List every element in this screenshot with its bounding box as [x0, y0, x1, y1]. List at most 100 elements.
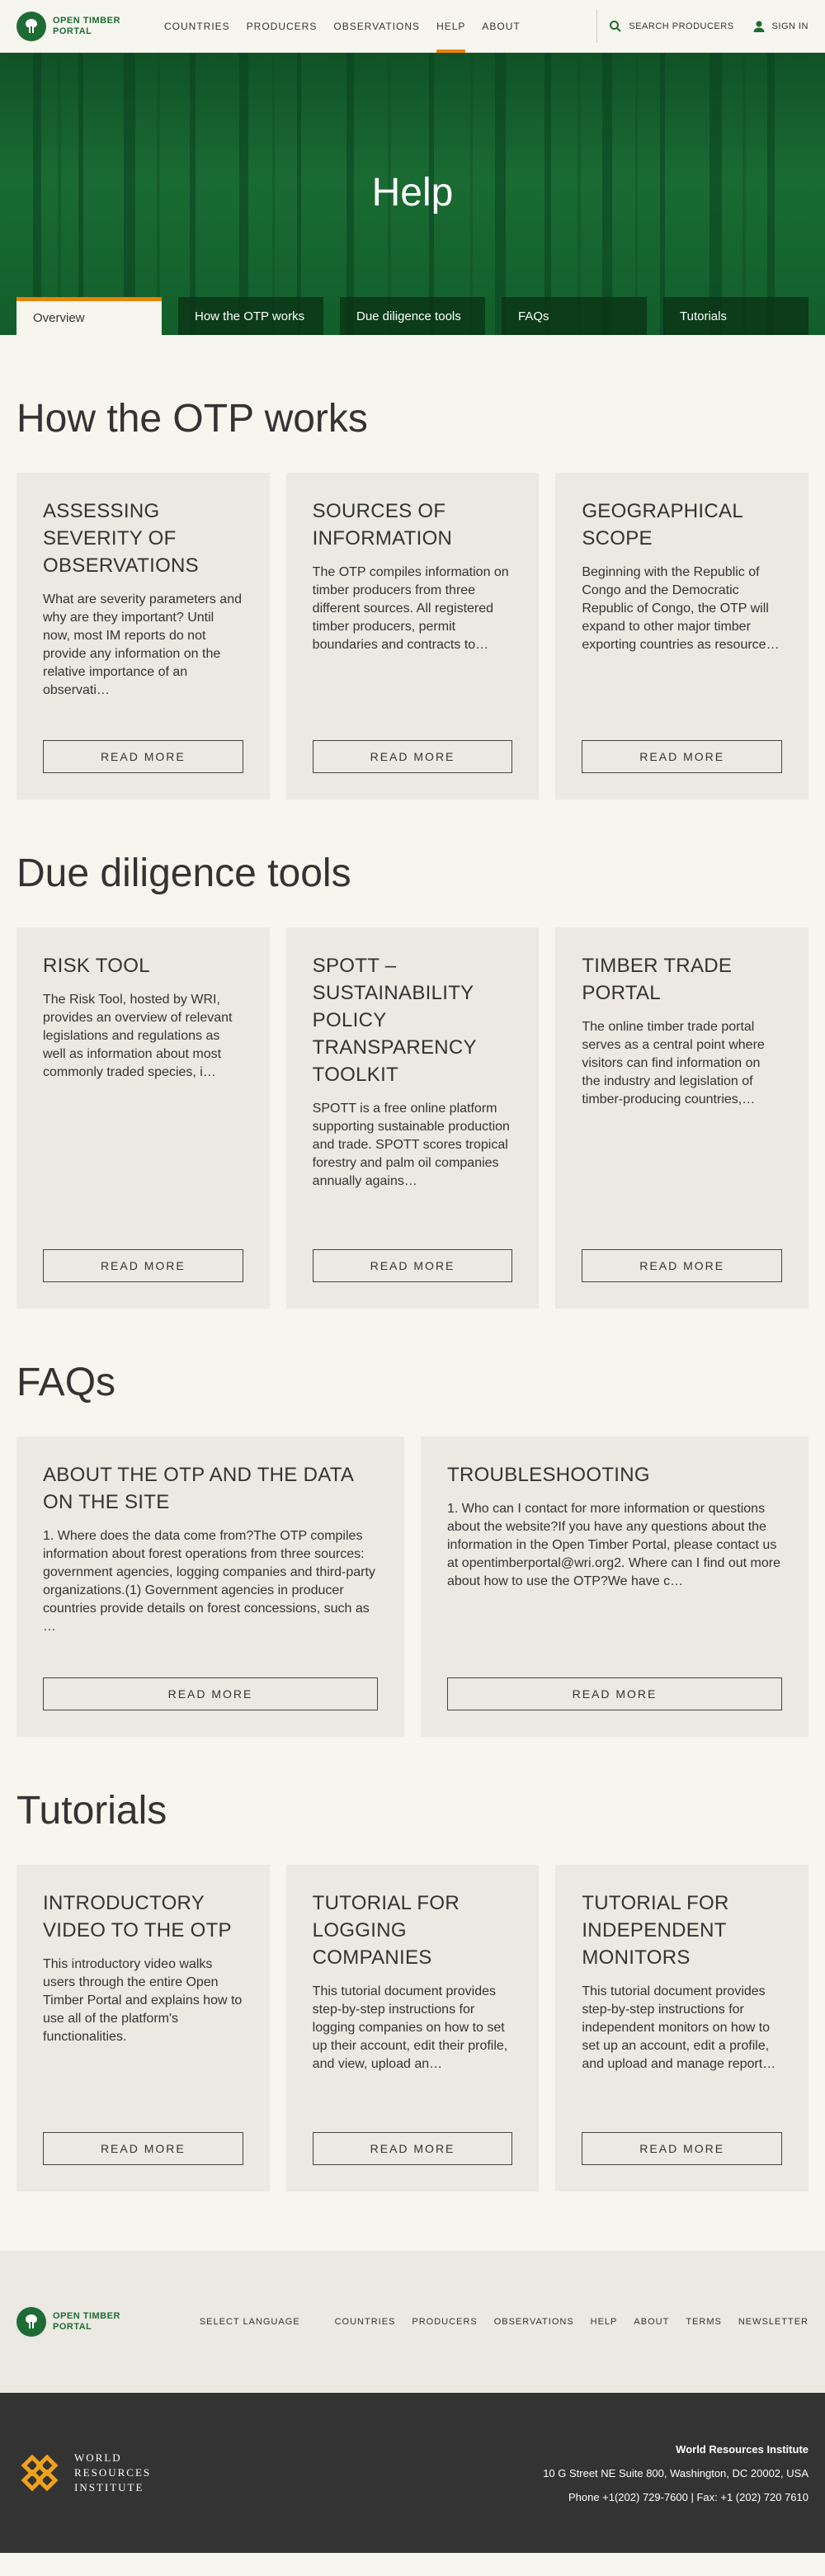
card-list: ASSESSING SEVERITY OF OBSERVATIONS What … [16, 473, 809, 800]
card-title: TUTORIAL FOR INDEPENDENT MONITORS [582, 1892, 729, 1969]
read-more-button[interactable]: READ MORE [312, 2132, 513, 2165]
card-title: SOURCES OF INFORMATION [312, 500, 453, 550]
nav-producers[interactable]: PRODUCERS [247, 0, 318, 53]
card-excerpt: 1. Where does the data come from?The OTP… [43, 1529, 375, 1634]
hero-banner: Help Overview How the OTP works Due dili… [0, 53, 825, 335]
card-title: TROUBLESHOOTING [447, 1464, 650, 1486]
help-card: TUTORIAL FOR LOGGING COMPANIES This tuto… [285, 1865, 540, 2191]
help-card: TUTORIAL FOR INDEPENDENT MONITORS This t… [555, 1865, 809, 2191]
tab-faqs[interactable]: FAQs [502, 297, 647, 335]
help-card: TROUBLESHOOTING 1. Who can I contact for… [421, 1437, 808, 1737]
nav-help[interactable]: HELP [436, 0, 466, 53]
section-title: FAQs [16, 1361, 116, 1404]
card-title: TIMBER TRADE PORTAL [582, 955, 733, 1004]
contact-info: World Resources Institute 10 G Street NE… [543, 2437, 808, 2509]
wri-name-line: RESOURCES [74, 2466, 152, 2479]
read-more-button[interactable]: READ MORE [447, 1677, 782, 1710]
card-title: TUTORIAL FOR LOGGING COMPANIES [312, 1892, 460, 1969]
help-card: GEOGRAPHICAL SCOPE Beginning with the Re… [555, 473, 809, 800]
card-list: RISK TOOL The Risk Tool, hosted by WRI, … [16, 927, 809, 1309]
card-excerpt: 1. Who can I contact for more informatio… [447, 1502, 780, 1588]
card-excerpt: The online timber trade portal serves as… [582, 1020, 765, 1106]
tree-logo-icon [16, 11, 46, 41]
nav-about[interactable]: ABOUT [482, 0, 520, 53]
card-excerpt: Beginning with the Republic of Congo and… [582, 565, 773, 652]
card-excerpt: The OTP compiles information on timber p… [312, 565, 509, 652]
help-card: SPOTT – SUSTAINABILITY POLICY TRANSPAREN… [285, 927, 540, 1309]
footer-link-help[interactable]: HELP [591, 2317, 618, 2327]
footer-link-producers[interactable]: PRODUCERS [412, 2317, 477, 2327]
nav-observations[interactable]: OBSERVATIONS [333, 0, 420, 53]
read-more-button[interactable]: READ MORE [582, 1249, 783, 1282]
help-card: RISK TOOL The Risk Tool, hosted by WRI, … [16, 927, 270, 1309]
main-nav: COUNTRIES PRODUCERS OBSERVATIONS HELP AB… [164, 0, 521, 53]
wri-name-line: WORLD [74, 2451, 122, 2464]
wri-knot-icon [21, 2454, 59, 2492]
faqs-section: FAQs ABOUT THE OTP AND THE DATA ON THE S… [0, 1309, 825, 1737]
read-more-button[interactable]: READ MORE [582, 740, 783, 773]
read-more-button[interactable]: READ MORE [43, 740, 243, 773]
footer-link-terms[interactable]: TERMS [686, 2317, 722, 2327]
footer-bottom: WORLD RESOURCES INSTITUTE World Resource… [0, 2393, 825, 2553]
card-title: INTRODUCTORY VIDEO TO THE OTP [43, 1892, 232, 1941]
user-icon [753, 21, 765, 32]
footer-link-countries[interactable]: COUNTRIES [335, 2317, 396, 2327]
card-excerpt: This tutorial document provides step-by-… [312, 1984, 508, 2071]
read-more-button[interactable]: READ MORE [312, 740, 513, 773]
card-list: ABOUT THE OTP AND THE DATA ON THE SITE 1… [16, 1437, 808, 1737]
section-title: Tutorials [16, 1789, 167, 1833]
footer-logo[interactable]: OPEN TIMBER PORTAL [16, 2307, 131, 2337]
search-icon [610, 20, 622, 32]
header-actions: SEARCH PRODUCERS SIGN IN [596, 9, 808, 43]
organization-name: World Resources Institute [676, 2442, 808, 2456]
sign-in-label: SIGN IN [771, 21, 808, 31]
tab-tutorials[interactable]: Tutorials [663, 297, 808, 335]
card-list: INTRODUCTORY VIDEO TO THE OTP This intro… [16, 1865, 809, 2191]
card-excerpt: This tutorial document provides step-by-… [582, 1984, 776, 2071]
card-title: RISK TOOL [43, 955, 150, 977]
footer-link-observations[interactable]: OBSERVATIONS [494, 2317, 574, 2327]
nav-countries[interactable]: COUNTRIES [164, 0, 230, 53]
due-diligence-tools-section: Due diligence tools RISK TOOL The Risk T… [0, 800, 825, 1309]
search-producers-button[interactable]: SEARCH PRODUCERS [609, 20, 733, 33]
address: 10 G Street NE Suite 800, Washington, DC… [543, 2466, 808, 2479]
page-title: Help [371, 171, 454, 215]
card-title: SPOTT – SUSTAINABILITY POLICY TRANSPAREN… [312, 955, 477, 1086]
wri-logo[interactable]: WORLD RESOURCES INSTITUTE [16, 2450, 151, 2496]
select-language[interactable]: SELECT LANGUAGE [200, 2317, 300, 2327]
logo-text: OPEN TIMBER PORTAL [53, 2311, 120, 2332]
read-more-button[interactable]: READ MORE [582, 2132, 783, 2165]
site-logo[interactable]: OPEN TIMBER PORTAL [16, 11, 131, 41]
footer-link-newsletter[interactable]: NEWSLETTER [738, 2317, 808, 2327]
card-excerpt: This introductory video walks users thro… [43, 1957, 243, 2044]
footer-nav: OPEN TIMBER PORTAL SELECT LANGUAGE COUNT… [0, 2251, 825, 2393]
help-card: TIMBER TRADE PORTAL The online timber tr… [555, 927, 809, 1309]
help-card: ASSESSING SEVERITY OF OBSERVATIONS What … [16, 473, 270, 800]
footer-link-about[interactable]: ABOUT [634, 2317, 669, 2327]
section-title: Due diligence tools [16, 852, 351, 895]
card-excerpt: What are severity parameters and why are… [43, 592, 242, 697]
card-title: GEOGRAPHICAL SCOPE [582, 500, 743, 550]
search-producers-label: SEARCH PRODUCERS [629, 21, 734, 31]
tree-logo-icon [16, 2307, 46, 2337]
read-more-button[interactable]: READ MORE [43, 1249, 243, 1282]
how-the-otp-works-section: How the OTP works ASSESSING SEVERITY OF … [0, 335, 825, 800]
sign-in-button[interactable]: SIGN IN [752, 20, 808, 33]
read-more-button[interactable]: READ MORE [43, 1677, 378, 1710]
read-more-button[interactable]: READ MORE [312, 1249, 513, 1282]
logo-text: OPEN TIMBER PORTAL [53, 15, 120, 36]
tab-due-diligence-tools[interactable]: Due diligence tools [340, 297, 485, 335]
card-title: ABOUT THE OTP AND THE DATA ON THE SITE [43, 1464, 353, 1513]
card-excerpt: The Risk Tool, hosted by WRI, provides a… [43, 993, 233, 1079]
phone-fax: Phone +1(202) 729-7600 | Fax: +1 (202) 7… [568, 2490, 808, 2503]
site-header: OPEN TIMBER PORTAL COUNTRIES PRODUCERS O… [0, 0, 825, 53]
tab-overview[interactable]: Overview [16, 297, 162, 335]
card-excerpt: SPOTT is a free online platform supporti… [312, 1102, 510, 1188]
help-tabs: Overview How the OTP works Due diligence… [16, 297, 808, 335]
read-more-button[interactable]: READ MORE [43, 2132, 243, 2165]
footer-links: SELECT LANGUAGE COUNTRIES PRODUCERS OBSE… [200, 2317, 808, 2327]
help-card: INTRODUCTORY VIDEO TO THE OTP This intro… [16, 1865, 270, 2191]
wri-name: WORLD RESOURCES INSTITUTE [74, 2451, 151, 2495]
tab-how-the-otp-works[interactable]: How the OTP works [178, 297, 323, 335]
section-title: How the OTP works [16, 397, 368, 441]
